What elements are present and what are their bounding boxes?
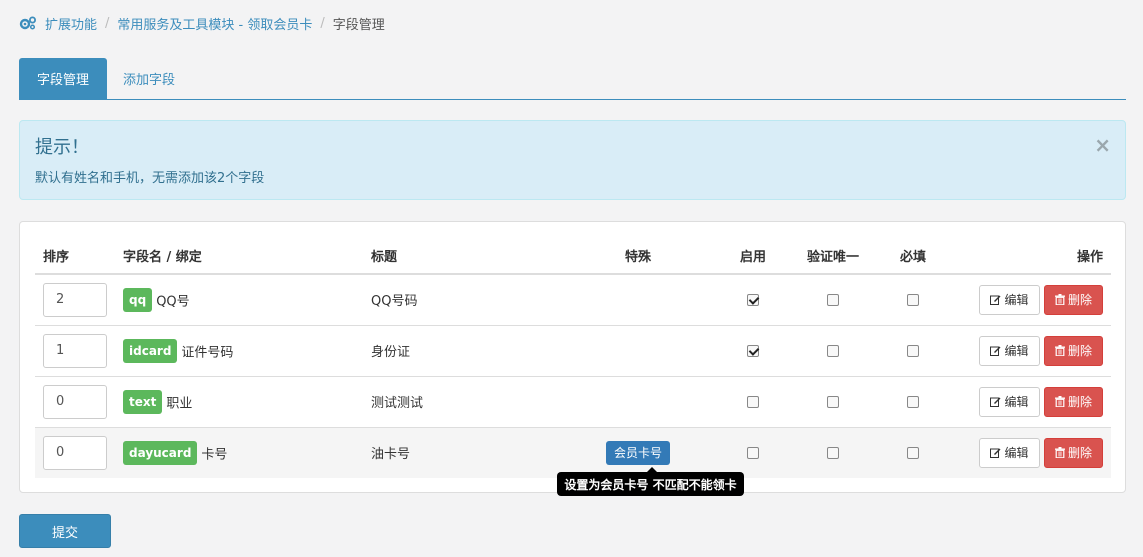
breadcrumb-separator: / bbox=[320, 15, 325, 31]
info-alert: 提示！ 默认有姓名和手机，无需添加该2个字段 × bbox=[19, 120, 1126, 200]
header-unique: 验证唯一 bbox=[793, 237, 873, 275]
header-order: 排序 bbox=[35, 237, 115, 275]
field-title: QQ号码 bbox=[371, 294, 418, 310]
breadcrumb-separator: / bbox=[105, 15, 110, 31]
field-title: 油卡号 bbox=[363, 426, 563, 478]
order-input[interactable] bbox=[43, 435, 107, 470]
close-icon[interactable]: × bbox=[1094, 135, 1111, 155]
cogs-icon bbox=[19, 16, 36, 30]
table-row: qqQQ号 QQ号码 编辑 删除 bbox=[35, 274, 1111, 325]
member-card-number-button[interactable]: 会员卡号 bbox=[605, 440, 670, 465]
field-key-badge: dayucard bbox=[123, 440, 198, 465]
enabled-checkbox[interactable] bbox=[747, 395, 759, 408]
submit-button[interactable]: 提交 bbox=[19, 514, 111, 548]
fields-panel: 排序 字段名 / 绑定 标题 特殊 启用 验证唯一 必填 操作 qqQQ号 QQ… bbox=[19, 221, 1126, 493]
header-title: 标题 bbox=[363, 237, 563, 275]
trash-icon bbox=[1054, 396, 1065, 407]
breadcrumb-current: 字段管理 bbox=[332, 17, 385, 33]
field-title: 测试测试 bbox=[363, 375, 563, 427]
alert-message: 默认有姓名和手机，无需添加该2个字段 bbox=[35, 171, 265, 186]
enabled-checkbox[interactable] bbox=[747, 344, 759, 357]
field-name: 职业 bbox=[166, 396, 193, 411]
edit-button-label: 编辑 bbox=[1004, 446, 1029, 461]
unique-checkbox[interactable] bbox=[827, 293, 839, 306]
edit-button[interactable]: 编辑 bbox=[979, 386, 1040, 417]
delete-button[interactable]: 删除 bbox=[1044, 437, 1103, 468]
edit-icon bbox=[990, 295, 1001, 306]
header-special: 特殊 bbox=[563, 237, 713, 275]
tooltip: 设置为会员卡号 不匹配不能领卡 bbox=[557, 467, 744, 496]
special-cell: 会员卡号 bbox=[563, 426, 713, 478]
required-checkbox[interactable] bbox=[907, 446, 919, 459]
edit-button[interactable]: 编辑 bbox=[979, 284, 1040, 315]
header-enabled: 启用 bbox=[713, 237, 793, 275]
edit-button-label: 编辑 bbox=[1004, 293, 1029, 308]
edit-icon bbox=[990, 448, 1001, 459]
special-cell bbox=[563, 324, 713, 376]
edit-icon bbox=[990, 346, 1001, 356]
delete-button[interactable]: 删除 bbox=[1044, 335, 1103, 366]
edit-button[interactable]: 编辑 bbox=[979, 437, 1040, 468]
edit-button-label: 编辑 bbox=[1004, 344, 1029, 358]
edit-button-label: 编辑 bbox=[1004, 395, 1029, 409]
order-input[interactable] bbox=[43, 333, 107, 368]
delete-button-label: 删除 bbox=[1067, 446, 1092, 461]
order-input[interactable] bbox=[43, 384, 107, 419]
unique-checkbox[interactable] bbox=[827, 446, 839, 459]
enabled-checkbox[interactable] bbox=[747, 293, 759, 306]
edit-icon bbox=[990, 397, 1001, 407]
tab-bar: 字段管理 添加字段 bbox=[19, 58, 1126, 100]
special-cell bbox=[563, 375, 713, 427]
tab-field-management[interactable]: 字段管理 bbox=[19, 58, 107, 99]
header-required: 必填 bbox=[873, 237, 953, 275]
delete-button-label: 删除 bbox=[1067, 395, 1092, 409]
delete-button[interactable]: 删除 bbox=[1044, 284, 1103, 315]
field-key-badge: qq bbox=[123, 287, 153, 312]
field-key-badge: idcard bbox=[123, 338, 178, 363]
breadcrumb-item-module[interactable]: 常用服务及工具模块 - 领取会员卡 bbox=[117, 14, 312, 33]
trash-icon bbox=[1054, 345, 1065, 356]
field-key-badge: text bbox=[123, 389, 163, 414]
header-field-name: 字段名 / 绑定 bbox=[115, 237, 363, 275]
table-row: idcard证件号码 身份证 编辑 删除 bbox=[35, 324, 1111, 376]
field-name: 卡号 bbox=[201, 447, 228, 463]
required-checkbox[interactable] bbox=[907, 293, 919, 306]
breadcrumb: 扩展功能 / 常用服务及工具模块 - 领取会员卡 / 字段管理 bbox=[19, 13, 385, 33]
table-row: dayucard卡号 油卡号 会员卡号 编辑 删除 bbox=[35, 426, 1111, 478]
tab-add-field[interactable]: 添加字段 bbox=[107, 58, 191, 99]
table-header-row: 排序 字段名 / 绑定 标题 特殊 启用 验证唯一 必填 操作 bbox=[35, 237, 1111, 275]
unique-checkbox[interactable] bbox=[827, 395, 839, 408]
field-name: 证件号码 bbox=[181, 345, 234, 360]
trash-icon bbox=[1054, 294, 1065, 306]
field-name: QQ号 bbox=[156, 294, 190, 310]
unique-checkbox[interactable] bbox=[827, 344, 839, 357]
required-checkbox[interactable] bbox=[907, 395, 919, 408]
header-actions: 操作 bbox=[953, 237, 1111, 275]
delete-button-label: 删除 bbox=[1067, 293, 1092, 308]
field-title: 身份证 bbox=[363, 324, 563, 376]
order-input[interactable] bbox=[43, 282, 107, 317]
special-cell bbox=[563, 274, 713, 325]
edit-button[interactable]: 编辑 bbox=[979, 335, 1040, 366]
enabled-checkbox[interactable] bbox=[747, 446, 759, 459]
fields-table: 排序 字段名 / 绑定 标题 特殊 启用 验证唯一 必填 操作 qqQQ号 QQ… bbox=[35, 237, 1111, 478]
delete-button-label: 删除 bbox=[1067, 344, 1092, 358]
table-row: text职业 测试测试 编辑 删除 bbox=[35, 375, 1111, 427]
breadcrumb-item-extensions[interactable]: 扩展功能 bbox=[45, 14, 97, 33]
trash-icon bbox=[1054, 447, 1065, 459]
delete-button[interactable]: 删除 bbox=[1044, 386, 1103, 417]
required-checkbox[interactable] bbox=[907, 344, 919, 357]
alert-title: 提示！ bbox=[35, 137, 89, 158]
